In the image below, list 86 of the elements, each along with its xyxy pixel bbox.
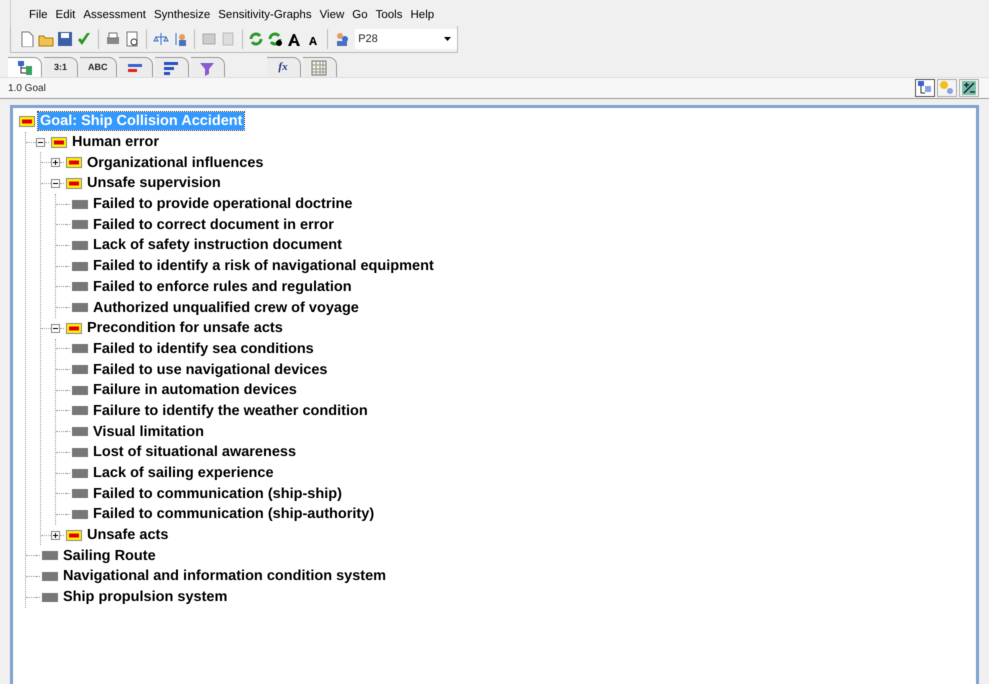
tab[interactable]: ABC	[80, 57, 116, 77]
collapse-icon[interactable]	[36, 138, 45, 147]
tree-node[interactable]: Organizational influences	[85, 154, 266, 172]
leaf-node-icon	[72, 281, 88, 292]
refresh-dot-icon[interactable]	[267, 31, 284, 47]
leaf-node-icon	[72, 302, 88, 314]
menu-item[interactable]: Assessment	[83, 8, 146, 26]
leaf-node-icon	[72, 260, 88, 272]
cluster-node-icon	[66, 157, 82, 168]
view-button[interactable]	[959, 79, 979, 97]
leaf-node-icon	[42, 570, 58, 582]
nodes-icon	[939, 80, 955, 96]
print-icon[interactable]	[104, 31, 121, 47]
print-preview-icon[interactable]	[124, 31, 140, 47]
tree-node[interactable]: Lack of safety instruction document	[91, 236, 344, 254]
tab[interactable]	[154, 57, 188, 77]
cluster-node-icon	[19, 116, 35, 127]
leaf-node-icon	[72, 426, 88, 438]
leaf-node-icon	[72, 468, 88, 479]
tree-node[interactable]: Navigational and information condition system	[61, 567, 388, 586]
tree-node[interactable]: Failed to enforce rules and regulation	[91, 278, 354, 296]
tab[interactable]: fx	[266, 57, 300, 77]
collapse-icon[interactable]	[51, 324, 60, 333]
grid-icon	[311, 60, 327, 76]
leaf-node-icon	[42, 592, 58, 603]
menu-item[interactable]: Synthesize	[154, 8, 210, 26]
view-button[interactable]	[915, 79, 935, 97]
save-icon[interactable]	[57, 31, 73, 47]
new-file-icon[interactable]	[19, 31, 35, 47]
tree-node[interactable]: Ship propulsion system	[61, 588, 230, 606]
cluster-node-icon	[66, 530, 82, 541]
tree-node[interactable]: Failure in automation devices	[91, 381, 299, 400]
tree-node[interactable]: Failed to communication (ship-ship)	[91, 484, 344, 503]
expand-icon[interactable]	[51, 530, 60, 540]
tree-node[interactable]: Failure to identify the weather condition	[91, 402, 370, 420]
leaf-node-icon	[72, 508, 88, 520]
tree-node[interactable]: Failed to communication (ship-authority)	[91, 505, 376, 524]
tree-node[interactable]: Unsafe acts	[85, 526, 170, 544]
tab[interactable]	[8, 57, 42, 77]
menu-item[interactable]: Help	[410, 8, 434, 26]
tree-node[interactable]: Precondition for unsafe acts	[85, 319, 285, 338]
tree-node[interactable]: Authorized unqualified crew of voyage	[91, 298, 361, 317]
tree-icon	[16, 60, 32, 76]
bar-chart-icon	[163, 60, 179, 76]
leaf-node-icon	[42, 550, 58, 562]
tree-node[interactable]: Failed to identify sea conditions	[91, 340, 316, 358]
people-icon[interactable]	[334, 31, 350, 47]
tree-node[interactable]: Failed to use navigational devices	[91, 360, 330, 379]
menu-item[interactable]: Tools	[376, 8, 402, 26]
font-larger-icon[interactable]	[286, 31, 302, 47]
collapse-icon[interactable]	[51, 178, 60, 188]
tree-node[interactable]: Human error	[70, 133, 162, 152]
cluster-node-icon	[66, 178, 82, 189]
leaf-node-icon	[72, 405, 88, 416]
tree-node[interactable]: Lost of situational awareness	[91, 443, 298, 462]
tree-view-icon	[917, 80, 933, 96]
cluster-node-icon	[66, 322, 82, 334]
tree-node[interactable]: Visual limitation	[91, 422, 206, 441]
menu-item[interactable]: File	[29, 8, 48, 26]
leaf-node-icon	[72, 240, 88, 251]
leaf-node-icon	[72, 384, 88, 396]
leaf-node-icon	[72, 343, 88, 354]
combo-box[interactable]: P28	[355, 29, 457, 49]
expand-icon[interactable]	[51, 158, 60, 168]
tree-node[interactable]: Sailing Route	[61, 546, 158, 565]
menu-item[interactable]: View	[320, 8, 344, 26]
breadcrumb-text: 1.0 Goal	[8, 82, 46, 96]
tree-node[interactable]: Lack of sailing experience	[91, 464, 276, 482]
dropdown-caret-icon[interactable]	[444, 37, 451, 41]
menu-item[interactable]: Go	[352, 8, 368, 26]
tree-node[interactable]: Failed to correct document in error	[91, 216, 336, 234]
menu-item[interactable]: Edit	[56, 8, 76, 26]
check-arrow-icon[interactable]	[76, 31, 92, 47]
plus-minus-icon	[961, 80, 977, 96]
tree-node[interactable]: Unsafe supervision	[85, 174, 223, 192]
tab[interactable]: 3:1	[44, 57, 78, 77]
leaf-node-icon	[72, 198, 88, 210]
menu-item[interactable]: Sensitivity-Graphs	[218, 8, 312, 26]
leaf-node-icon	[72, 446, 88, 458]
leaf-node-icon	[72, 219, 88, 230]
tree-node[interactable]: Failed to identify a risk of navigational equipment	[91, 257, 436, 276]
tree-node[interactable]: Failed to provide operational doctrine	[91, 195, 354, 214]
leaf-node-icon	[72, 488, 88, 500]
scale-icon[interactable]	[152, 31, 169, 47]
cluster-node-icon	[51, 136, 67, 148]
leaf-node-icon	[72, 364, 88, 376]
